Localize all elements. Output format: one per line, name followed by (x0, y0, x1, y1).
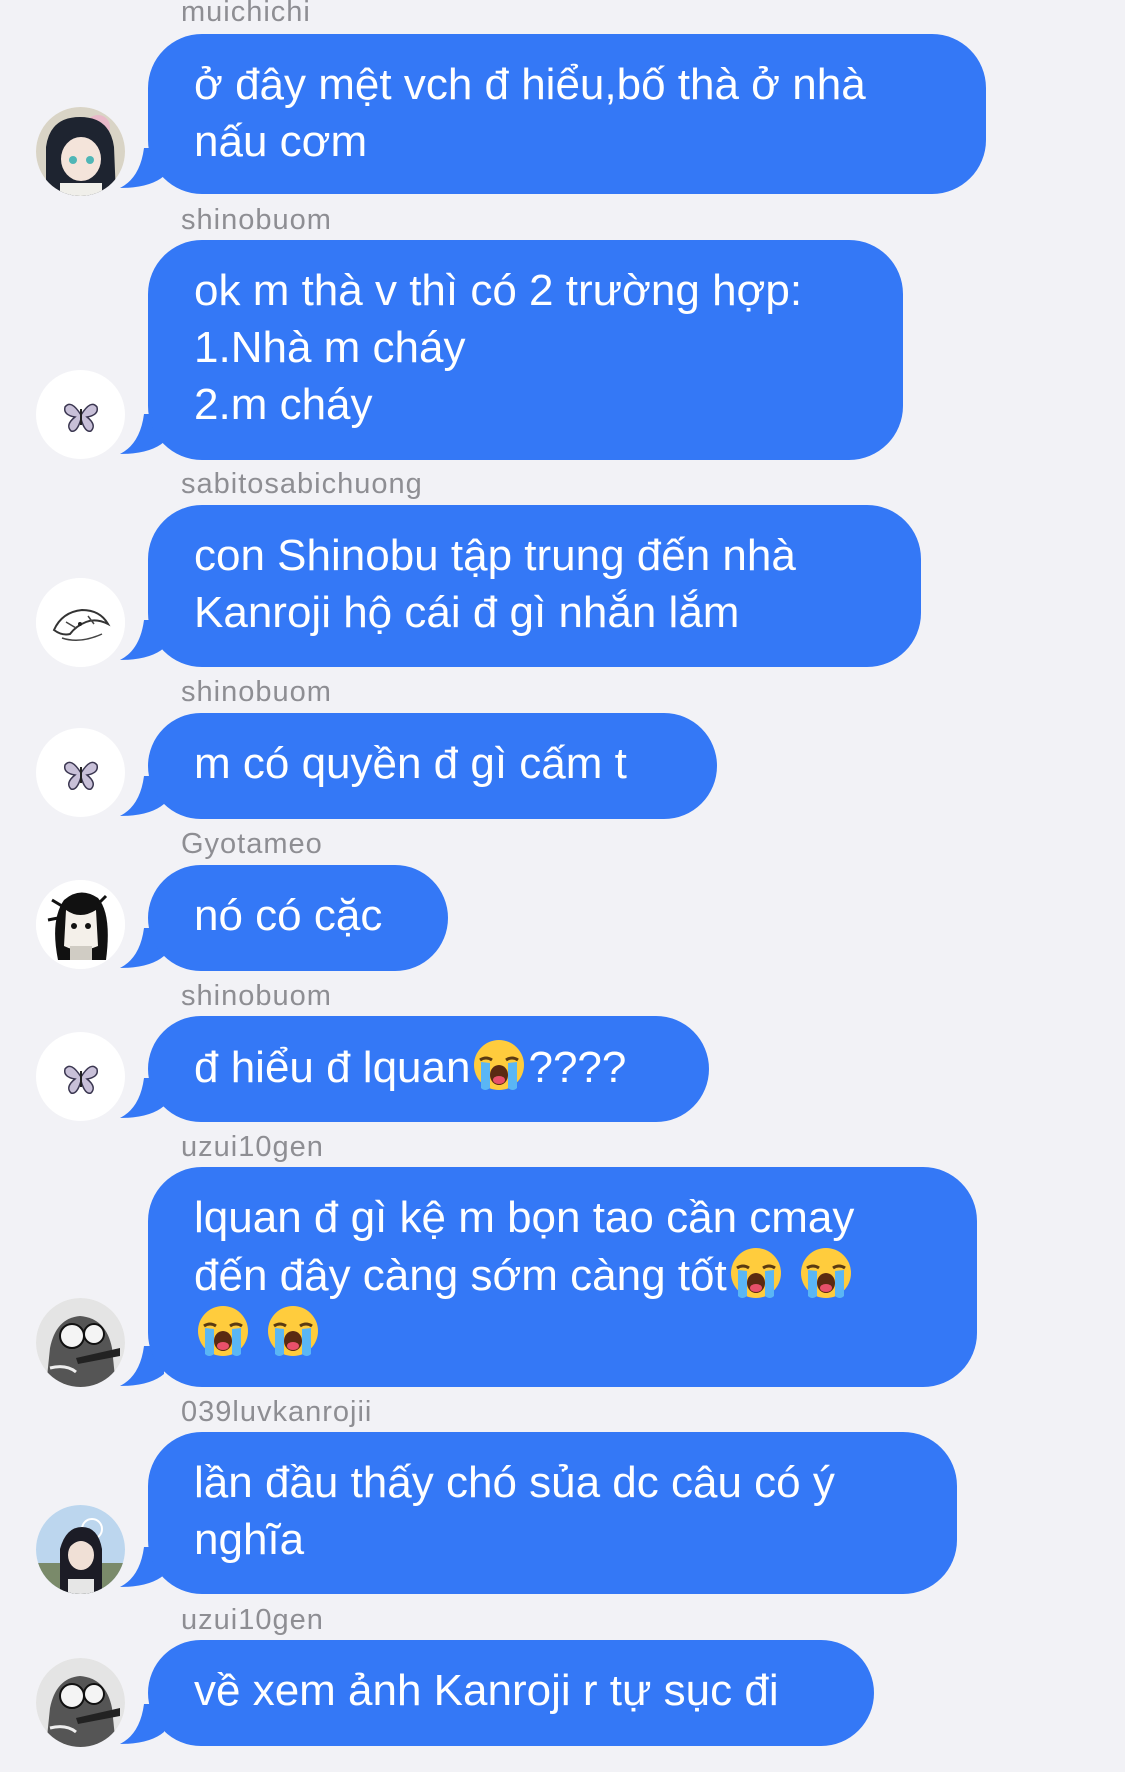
message-text: lquan đ gì kệ m bọn tao cần cmay (194, 1193, 855, 1242)
loudly-crying-face-icon (799, 1246, 853, 1300)
loudly-crying-face-icon (729, 1246, 783, 1300)
message-text: con Shinobu tập trung đến nhà (194, 531, 796, 580)
obanai-avatar-icon[interactable] (36, 1505, 125, 1594)
message-bubble[interactable]: nó có cặc (148, 865, 448, 971)
message-text-part: ???? (528, 1043, 627, 1092)
message-bubble[interactable]: con Shinobu tập trung đến nhà Kanroji hộ… (148, 505, 921, 667)
manga-avatar-icon[interactable] (36, 880, 125, 969)
manga-gray-avatar-icon[interactable] (36, 1658, 125, 1747)
message-text: đến đây càng sớm càng tốt (194, 1246, 931, 1304)
message-bubble[interactable]: ok m thà v thì có 2 trường hợp: 1.Nhà m … (148, 240, 903, 460)
message-text (194, 1304, 931, 1362)
sketch-avatar-icon[interactable] (36, 578, 125, 667)
message-bubble[interactable]: lquan đ gì kệ m bọn tao cần cmay đến đây… (148, 1167, 977, 1387)
butterfly-avatar-icon[interactable] (36, 370, 125, 459)
message-bubble[interactable]: m có quyền đ gì cấm t (148, 713, 717, 819)
message-username[interactable]: uzui10gen (181, 1604, 324, 1636)
loudly-crying-face-icon (472, 1038, 526, 1092)
message-text-part: đến đây càng sớm càng tốt (194, 1251, 727, 1300)
message-text: nấu cơm (194, 117, 368, 166)
message-bubble[interactable]: đ hiểu đ lquan???? (148, 1016, 709, 1122)
muichiro-avatar-icon[interactable] (36, 107, 125, 196)
message-text: ok m thà v thì có 2 trường hợp: (194, 266, 803, 315)
message-username[interactable]: sabitosabichuong (181, 468, 423, 500)
message-bubble[interactable]: về xem ảnh Kanroji r tự sục đi (148, 1640, 874, 1746)
message-text: đ hiểu đ lquan???? (194, 1038, 663, 1096)
message-text: 2.m cháy (194, 380, 373, 429)
manga-gray-avatar-icon[interactable] (36, 1298, 125, 1387)
message-text: lần đầu thấy chó sủa dc câu có ý (194, 1458, 835, 1507)
message-username[interactable]: shinobuom (181, 204, 332, 236)
message-username[interactable]: shinobuom (181, 676, 332, 708)
message-bubble[interactable]: lần đầu thấy chó sủa dc câu có ý nghĩa (148, 1432, 957, 1594)
message-text: nghĩa (194, 1515, 305, 1564)
message-username[interactable]: muichichi (181, 0, 311, 28)
message-username[interactable]: Gyotameo (181, 828, 323, 860)
message-username[interactable]: 039luvkanrojii (181, 1396, 372, 1428)
message-bubble[interactable]: ở đây mệt vch đ hiểu,bố thà ở nhà nấu cơ… (148, 34, 986, 194)
loudly-crying-face-icon (196, 1304, 250, 1358)
message-text: ở đây mệt vch đ hiểu,bố thà ở nhà (194, 60, 866, 109)
message-text: Kanroji hộ cái đ gì nhắn lắm (194, 588, 740, 637)
message-text: về xem ảnh Kanroji r tự sục đi (194, 1666, 779, 1715)
message-text: nó có cặc (194, 891, 383, 940)
message-username[interactable]: shinobuom (181, 980, 332, 1012)
message-text-part: đ hiểu đ lquan (194, 1043, 471, 1092)
message-text: 1.Nhà m cháy (194, 323, 466, 372)
loudly-crying-face-icon (266, 1304, 320, 1358)
message-username[interactable]: uzui10gen (181, 1131, 324, 1163)
message-text: m có quyền đ gì cấm t (194, 739, 627, 788)
butterfly-avatar-icon[interactable] (36, 728, 125, 817)
butterfly-avatar-icon[interactable] (36, 1032, 125, 1121)
